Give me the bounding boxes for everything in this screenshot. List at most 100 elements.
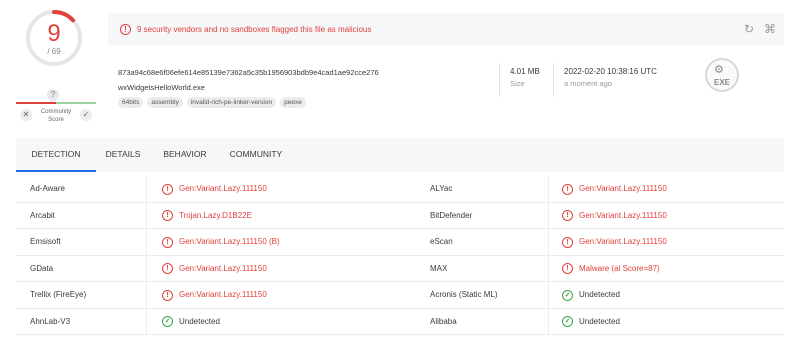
left-result: ! Gen:Variant.Lazy.111150 <box>162 282 267 308</box>
divider <box>548 202 549 229</box>
right-result: ! Gen:Variant.Lazy.111150 <box>562 176 667 202</box>
check-circle-icon: ✓ <box>562 316 573 327</box>
right-result-text: Gen:Variant.Lazy.111150 <box>579 184 667 193</box>
detection-table: Ad-Aware! Gen:Variant.Lazy.111150 ALYac! Ge… <box>16 176 784 335</box>
analysis-date-value: 2022-02-20 10:38:16 UTC <box>564 67 657 76</box>
left-result: ! Trojan.Lazy.D1B22E <box>162 203 252 229</box>
community-score-label: Community Score <box>34 108 78 124</box>
right-engine-name: eScan <box>430 237 453 246</box>
alert-circle-icon: ! <box>562 263 573 274</box>
right-result: ! Malware (ai Score=87) <box>562 256 660 282</box>
file-size-value: 4.01 MB <box>510 67 540 76</box>
divider <box>146 255 147 282</box>
community-score-badge: ? <box>47 89 59 101</box>
check-icon: ✓ <box>82 110 90 119</box>
left-engine-name: Trellix (FireEye) <box>30 290 87 299</box>
right-result-text: Undetected <box>579 316 620 326</box>
alert-circle-icon: ! <box>562 236 573 248</box>
alert-circle-icon: ! <box>162 210 173 221</box>
alert-circle-icon: ! <box>162 236 173 248</box>
divider <box>548 282 549 308</box>
engine-total: / 69 <box>47 47 61 56</box>
tag-assembly[interactable]: assembly <box>147 97 183 108</box>
divider <box>146 308 147 335</box>
community-label-line2: Score <box>48 117 64 123</box>
file-type-label: EXE <box>713 78 730 87</box>
alert-circle-icon: ! <box>562 210 573 221</box>
analysis-date-label: a moment ago <box>564 79 612 88</box>
left-result: ✓ Undetected <box>162 309 220 335</box>
right-engine-name: BitDefender <box>430 210 473 220</box>
left-engine-name: Ad-Aware <box>30 184 65 193</box>
left-result-text: Trojan.Lazy.D1B22E <box>179 210 252 220</box>
divider <box>553 63 554 97</box>
right-result: ! Gen:Variant.Lazy.111150 <box>562 203 667 229</box>
alert-circle-icon: ! <box>162 183 173 195</box>
vote-harmless-button[interactable]: ✓ <box>80 109 92 121</box>
left-engine-name: GData <box>30 263 54 273</box>
left-engine-name: AhnLab-V3 <box>30 316 71 326</box>
community-label-line1: Community <box>40 109 72 115</box>
divider <box>146 202 147 229</box>
check-circle-icon: ✓ <box>562 289 573 301</box>
table-row: GData ! Gen:Variant.Lazy.111150 MAX! Malware… <box>16 255 784 282</box>
tab-detection[interactable]: DETECTION <box>16 138 96 172</box>
detection-count: 9 <box>47 20 61 47</box>
graph-icon[interactable]: ⌘ <box>764 22 776 36</box>
left-result: ! Gen:Variant.Lazy.111150 <box>162 256 267 282</box>
tag-invalid-rich-pe-linker-version[interactable]: invalid-rich-pe-linker-version <box>186 97 277 108</box>
tag-peexe[interactable]: peexe <box>280 97 306 108</box>
right-engine-name: MAX <box>430 263 448 273</box>
table-row: Arcabit! Trojan.Lazy.D1B22E BitDefender! Ge… <box>16 202 784 229</box>
right-engine-name: Alibaba <box>430 316 457 326</box>
right-result-text: Gen:Variant.Lazy.111150 <box>579 210 667 220</box>
detection-score-panel: 9 / 69 ? ✕ Community Score ✓ <box>0 0 100 130</box>
vote-harmful-button[interactable]: ✕ <box>20 109 32 121</box>
alert-tools: ↻ ⌘ <box>744 22 776 36</box>
left-result: ! Gen:Variant.Lazy.111150 (B) <box>162 229 280 255</box>
malicious-alert-banner: ! 9 security vendors and no sandboxes fl… <box>108 13 784 45</box>
check-circle-icon: ✓ <box>162 316 173 327</box>
right-result-text: Malware (ai Score=87) <box>579 263 660 273</box>
table-row: Trellix (FireEye) ! Gen:Variant.Lazy.11115… <box>16 282 784 309</box>
alert-circle-icon: ! <box>562 183 573 195</box>
tab-behavior[interactable]: BEHAVIOR <box>157 138 213 172</box>
file-hash[interactable]: 873a94c68e6f06efe614e85139e7362a5c35b195… <box>118 68 379 77</box>
file-info-panel: 873a94c68e6f06efe614e85139e7362a5c35b195… <box>108 55 784 125</box>
right-result: ! Gen:Variant.Lazy.111150 <box>562 229 667 255</box>
left-result-text: Gen:Variant.Lazy.111150 <box>179 290 267 299</box>
right-engine-name: ALYac <box>430 184 453 193</box>
left-engine-name: Emsisoft <box>30 237 61 246</box>
right-result-text: Gen:Variant.Lazy.111150 <box>579 237 667 246</box>
right-result: ✓ Undetected <box>562 309 620 335</box>
divider <box>146 176 147 202</box>
table-row: AhnLab-V3 ✓ Undetected Alibaba ✓ Undetected <box>16 308 784 335</box>
alert-text: 9 security vendors and no sandboxes flag… <box>137 24 372 34</box>
report-tabs: DETECTION DETAILS BEHAVIOR COMMUNITY <box>16 138 784 172</box>
right-result: ✓ Undetected <box>562 282 620 308</box>
divider <box>548 176 549 202</box>
left-result-text: Undetected <box>179 316 220 326</box>
alert-icon: ! <box>120 23 131 35</box>
left-result-text: Gen:Variant.Lazy.111150 <box>179 263 267 273</box>
file-size-label: Size <box>510 79 525 88</box>
table-row: Ad-Aware! Gen:Variant.Lazy.111150 ALYac! Ge… <box>16 176 784 203</box>
file-name: wxWidgetsHelloWorld.exe <box>118 83 205 92</box>
community-score-bar <box>16 102 96 104</box>
table-row: Emsisoft! Gen:Variant.Lazy.111150 (B) eSca… <box>16 229 784 256</box>
detection-gauge: 9 / 69 <box>24 8 84 68</box>
right-result-text: Undetected <box>579 290 620 299</box>
divider <box>499 63 500 97</box>
tab-community[interactable]: COMMUNITY <box>223 138 289 172</box>
left-engine-name: Arcabit <box>30 210 55 220</box>
divider <box>548 229 549 255</box>
divider <box>146 229 147 255</box>
tab-details[interactable]: DETAILS <box>100 138 146 172</box>
right-engine-name: Acronis (Static ML) <box>430 290 498 299</box>
left-result-text: Gen:Variant.Lazy.111150 (B) <box>179 237 280 246</box>
tag-64bits[interactable]: 64bits <box>118 97 144 108</box>
file-tags: 64bits assembly invalid-rich-pe-linker-v… <box>118 97 306 108</box>
file-type-icon: ⚙ EXE <box>705 58 739 92</box>
refresh-icon[interactable]: ↻ <box>744 22 754 36</box>
divider <box>146 282 147 308</box>
